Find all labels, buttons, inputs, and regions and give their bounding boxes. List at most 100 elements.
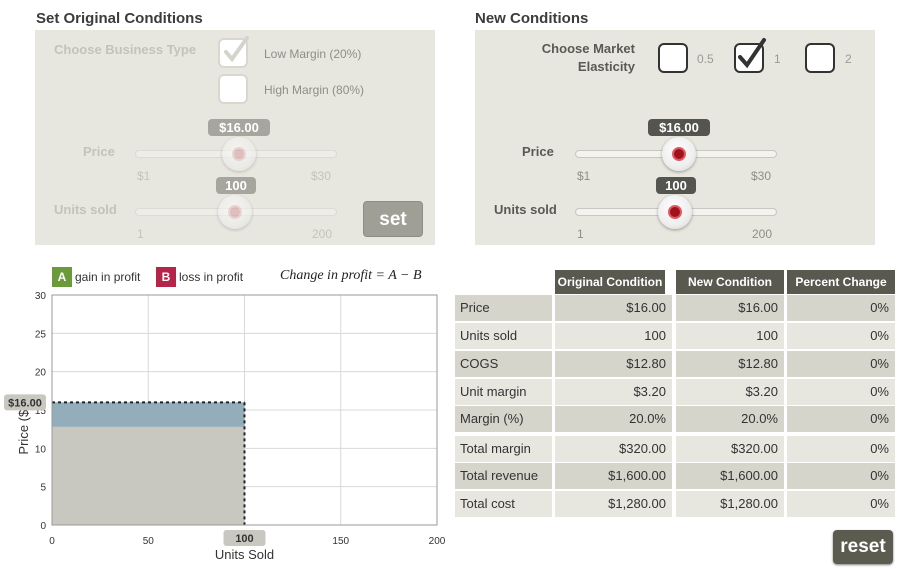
table-cell-pct: 0% bbox=[787, 379, 895, 405]
table-cell-orig: $1,600.00 bbox=[555, 463, 672, 489]
table-cell-label: Unit margin bbox=[455, 379, 552, 405]
table-cell-new: $3.20 bbox=[676, 379, 784, 405]
elasticity-2-checkbox[interactable] bbox=[805, 43, 835, 73]
new-units-slider-handle[interactable] bbox=[658, 195, 692, 229]
table-cell-label: COGS bbox=[455, 351, 552, 377]
new-units-label: Units sold bbox=[494, 202, 557, 217]
new-units-max: 200 bbox=[752, 227, 773, 241]
checkmark-icon bbox=[738, 38, 766, 69]
elasticity-label-line2: Elasticity bbox=[577, 59, 635, 74]
new-conditions-title: New Conditions bbox=[475, 10, 589, 27]
y-tick-label: 5 bbox=[40, 483, 46, 494]
high-margin-checkbox[interactable] bbox=[218, 74, 248, 104]
original-price-label: Price bbox=[83, 144, 115, 159]
table-cell-pct: 0% bbox=[787, 463, 895, 489]
table-row: COGS $12.80 $12.80 0% bbox=[455, 351, 895, 377]
header-percent-change: Percent Change bbox=[787, 270, 895, 294]
table-cell-orig: 20.0% bbox=[555, 406, 672, 432]
table-row: Margin (%) 20.0% 20.0% 0% bbox=[455, 406, 895, 432]
business-type-label: Choose Business Type bbox=[54, 42, 197, 57]
x-tick-label: 150 bbox=[332, 536, 349, 547]
table-cell-label: Price bbox=[455, 295, 552, 321]
header-original-condition: Original Condition bbox=[555, 270, 665, 294]
x-tick-label: 200 bbox=[429, 536, 446, 547]
table-row: Price $16.00 $16.00 0% bbox=[455, 295, 895, 321]
table-cell-label: Total revenue bbox=[455, 463, 552, 489]
table-cell-new: $16.00 bbox=[676, 295, 784, 321]
new-conditions-panel: Choose Market Elasticity 0.5 1 2 $16.00 … bbox=[475, 30, 875, 245]
y-tick-label: 20 bbox=[35, 368, 47, 379]
table-row: Units sold 100 100 0% bbox=[455, 323, 895, 349]
table-cell-orig: $16.00 bbox=[555, 295, 672, 321]
table-cell-new: $1,600.00 bbox=[676, 463, 784, 489]
original-units-label: Units sold bbox=[54, 202, 117, 217]
header-new-condition: New Condition bbox=[676, 270, 784, 294]
original-price-min: $1 bbox=[137, 169, 151, 183]
x-axis-label: Units Sold bbox=[215, 547, 274, 562]
table-cell-pct: 0% bbox=[787, 436, 895, 462]
low-margin-option[interactable]: Low Margin (20%) bbox=[264, 47, 361, 61]
profit-formula: Change in profit = A − B bbox=[280, 268, 422, 283]
table-cell-pct: 0% bbox=[787, 323, 895, 349]
original-units-value: 100 bbox=[216, 177, 256, 194]
table-cell-label: Total cost bbox=[455, 491, 552, 517]
original-conditions-title: Set Original Conditions bbox=[36, 10, 203, 27]
table-cell-pct: 0% bbox=[787, 351, 895, 377]
new-price-slider-handle[interactable] bbox=[662, 137, 696, 171]
reset-button[interactable]: reset bbox=[833, 530, 893, 564]
table-cell-orig: $12.80 bbox=[555, 351, 672, 377]
table-cell-pct: 0% bbox=[787, 491, 895, 517]
elasticity-1-checkbox[interactable] bbox=[734, 38, 766, 73]
original-price-slider-handle[interactable] bbox=[222, 137, 256, 171]
original-price-value: $16.00 bbox=[208, 119, 270, 136]
elasticity-2-label: 2 bbox=[845, 52, 852, 66]
y-tick-label: 30 bbox=[35, 291, 47, 302]
x-tick-label: 0 bbox=[49, 536, 55, 547]
cost-area bbox=[52, 426, 245, 525]
y-axis-label: Price ($) bbox=[16, 405, 31, 454]
new-price-max: $30 bbox=[751, 169, 772, 183]
table-cell-label: Total margin bbox=[455, 436, 552, 462]
legend-loss-swatch: B bbox=[156, 267, 176, 287]
low-margin-checkbox[interactable] bbox=[218, 36, 249, 68]
table-cell-pct: 0% bbox=[787, 406, 895, 432]
original-price-max: $30 bbox=[311, 169, 332, 183]
original-conditions-panel: Choose Business Type Low Margin (20%) Hi… bbox=[35, 30, 435, 245]
profit-chart: 050100150200051015202530Units SoldPrice … bbox=[4, 291, 446, 562]
table-cell-new: $1,280.00 bbox=[676, 491, 784, 517]
new-units-value: 100 bbox=[656, 177, 696, 194]
elasticity-1-label: 1 bbox=[774, 52, 781, 66]
table-cell-new: $320.00 bbox=[676, 436, 784, 462]
high-margin-option[interactable]: High Margin (80%) bbox=[264, 83, 364, 97]
set-button[interactable]: set bbox=[363, 201, 423, 237]
table-row: Total margin $320.00 $320.00 0% bbox=[455, 436, 895, 462]
table-cell-orig: $1,280.00 bbox=[555, 491, 672, 517]
legend-gain-swatch: A bbox=[52, 267, 72, 287]
legend-gain-label: gain in profit bbox=[75, 270, 141, 284]
table-cell-orig: $320.00 bbox=[555, 436, 672, 462]
original-units-slider-handle[interactable] bbox=[218, 195, 252, 229]
new-price-value: $16.00 bbox=[648, 119, 710, 136]
new-price-min: $1 bbox=[577, 169, 591, 183]
table-row: Total cost $1,280.00 $1,280.00 0% bbox=[455, 491, 895, 517]
elasticity-0-5-label: 0.5 bbox=[697, 52, 714, 66]
x-tick-label: 50 bbox=[143, 536, 155, 547]
elasticity-0-5-checkbox[interactable] bbox=[658, 43, 688, 73]
legend-loss-label: loss in profit bbox=[179, 270, 244, 284]
table-cell-new: 100 bbox=[676, 323, 784, 349]
new-price-label: Price bbox=[522, 144, 554, 159]
table-cell-new: $12.80 bbox=[676, 351, 784, 377]
y-tick-label: 25 bbox=[35, 329, 47, 340]
table-cell-label: Units sold bbox=[455, 323, 552, 349]
checkmark-icon bbox=[224, 36, 249, 63]
table-cell-pct: 0% bbox=[787, 295, 895, 321]
elasticity-label-line1: Choose Market bbox=[541, 41, 635, 56]
table-cell-new: 20.0% bbox=[676, 406, 784, 432]
original-units-min: 1 bbox=[137, 227, 144, 241]
original-units-max: 200 bbox=[312, 227, 333, 241]
table-row: Total revenue $1,600.00 $1,600.00 0% bbox=[455, 463, 895, 489]
table-cell-label: Margin (%) bbox=[455, 406, 552, 432]
table-row: Unit margin $3.20 $3.20 0% bbox=[455, 379, 895, 405]
price-marker: $16.00 bbox=[8, 397, 42, 409]
table-cell-orig: $3.20 bbox=[555, 379, 672, 405]
